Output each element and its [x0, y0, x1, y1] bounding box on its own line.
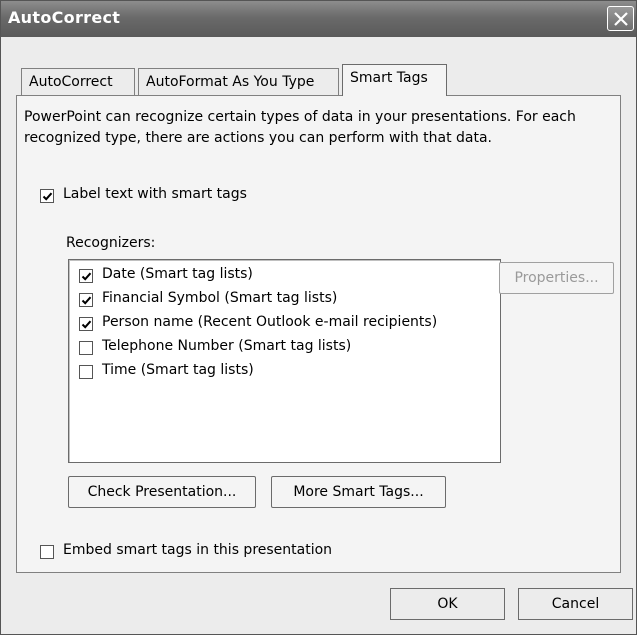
window-title: AutoCorrect — [8, 8, 121, 27]
checkmark-icon — [42, 192, 53, 201]
recognizer-label: Date (Smart tag lists) — [102, 266, 253, 282]
embed-smart-tags-checkbox[interactable] — [40, 545, 54, 559]
label-text-checkbox-label[interactable]: Label text with smart tags — [63, 186, 247, 202]
close-button[interactable] — [607, 6, 634, 31]
ok-button[interactable]: OK — [390, 588, 505, 620]
autocorrect-dialog: AutoCorrect AutoCorrect AutoFormat As Yo… — [0, 0, 637, 635]
check-presentation-button[interactable]: Check Presentation... — [68, 476, 256, 508]
close-icon — [614, 12, 628, 26]
recognizer-label: Telephone Number (Smart tag lists) — [102, 338, 352, 354]
recognizers-list[interactable]: Date (Smart tag lists) Financial Symbol … — [68, 259, 501, 463]
tab-smart-tags[interactable]: Smart Tags — [342, 64, 447, 96]
recognizer-checkbox[interactable] — [79, 365, 93, 379]
recognizers-label: Recognizers: — [66, 235, 156, 251]
tab-label: AutoCorrect — [29, 74, 113, 90]
label-text-checkbox[interactable] — [40, 189, 54, 203]
smart-tags-panel: PowerPoint can recognize certain types o… — [16, 95, 621, 573]
tab-autocorrect[interactable]: AutoCorrect — [21, 68, 135, 96]
tab-autoformat-as-you-type[interactable]: AutoFormat As You Type — [138, 68, 339, 96]
tab-label: Smart Tags — [350, 70, 428, 86]
recognizer-label: Person name (Recent Outlook e-mail recip… — [102, 314, 438, 330]
more-smart-tags-button[interactable]: More Smart Tags... — [271, 476, 446, 508]
recognizer-checkbox[interactable] — [79, 293, 93, 307]
recognizer-label: Time (Smart tag lists) — [102, 362, 254, 378]
tab-label: AutoFormat As You Type — [146, 74, 315, 90]
recognizer-checkbox[interactable] — [79, 341, 93, 355]
properties-button[interactable]: Properties... — [499, 262, 614, 294]
checkmark-icon — [81, 320, 92, 329]
description-text: PowerPoint can recognize certain types o… — [24, 109, 576, 146]
checkmark-icon — [81, 296, 92, 305]
embed-smart-tags-label[interactable]: Embed smart tags in this presentation — [63, 542, 332, 558]
title-bar[interactable]: AutoCorrect — [1, 1, 636, 37]
cancel-button[interactable]: Cancel — [518, 588, 633, 620]
checkmark-icon — [81, 272, 92, 281]
recognizer-label: Financial Symbol (Smart tag lists) — [102, 290, 338, 306]
recognizer-checkbox[interactable] — [79, 317, 93, 331]
recognizer-checkbox[interactable] — [79, 269, 93, 283]
